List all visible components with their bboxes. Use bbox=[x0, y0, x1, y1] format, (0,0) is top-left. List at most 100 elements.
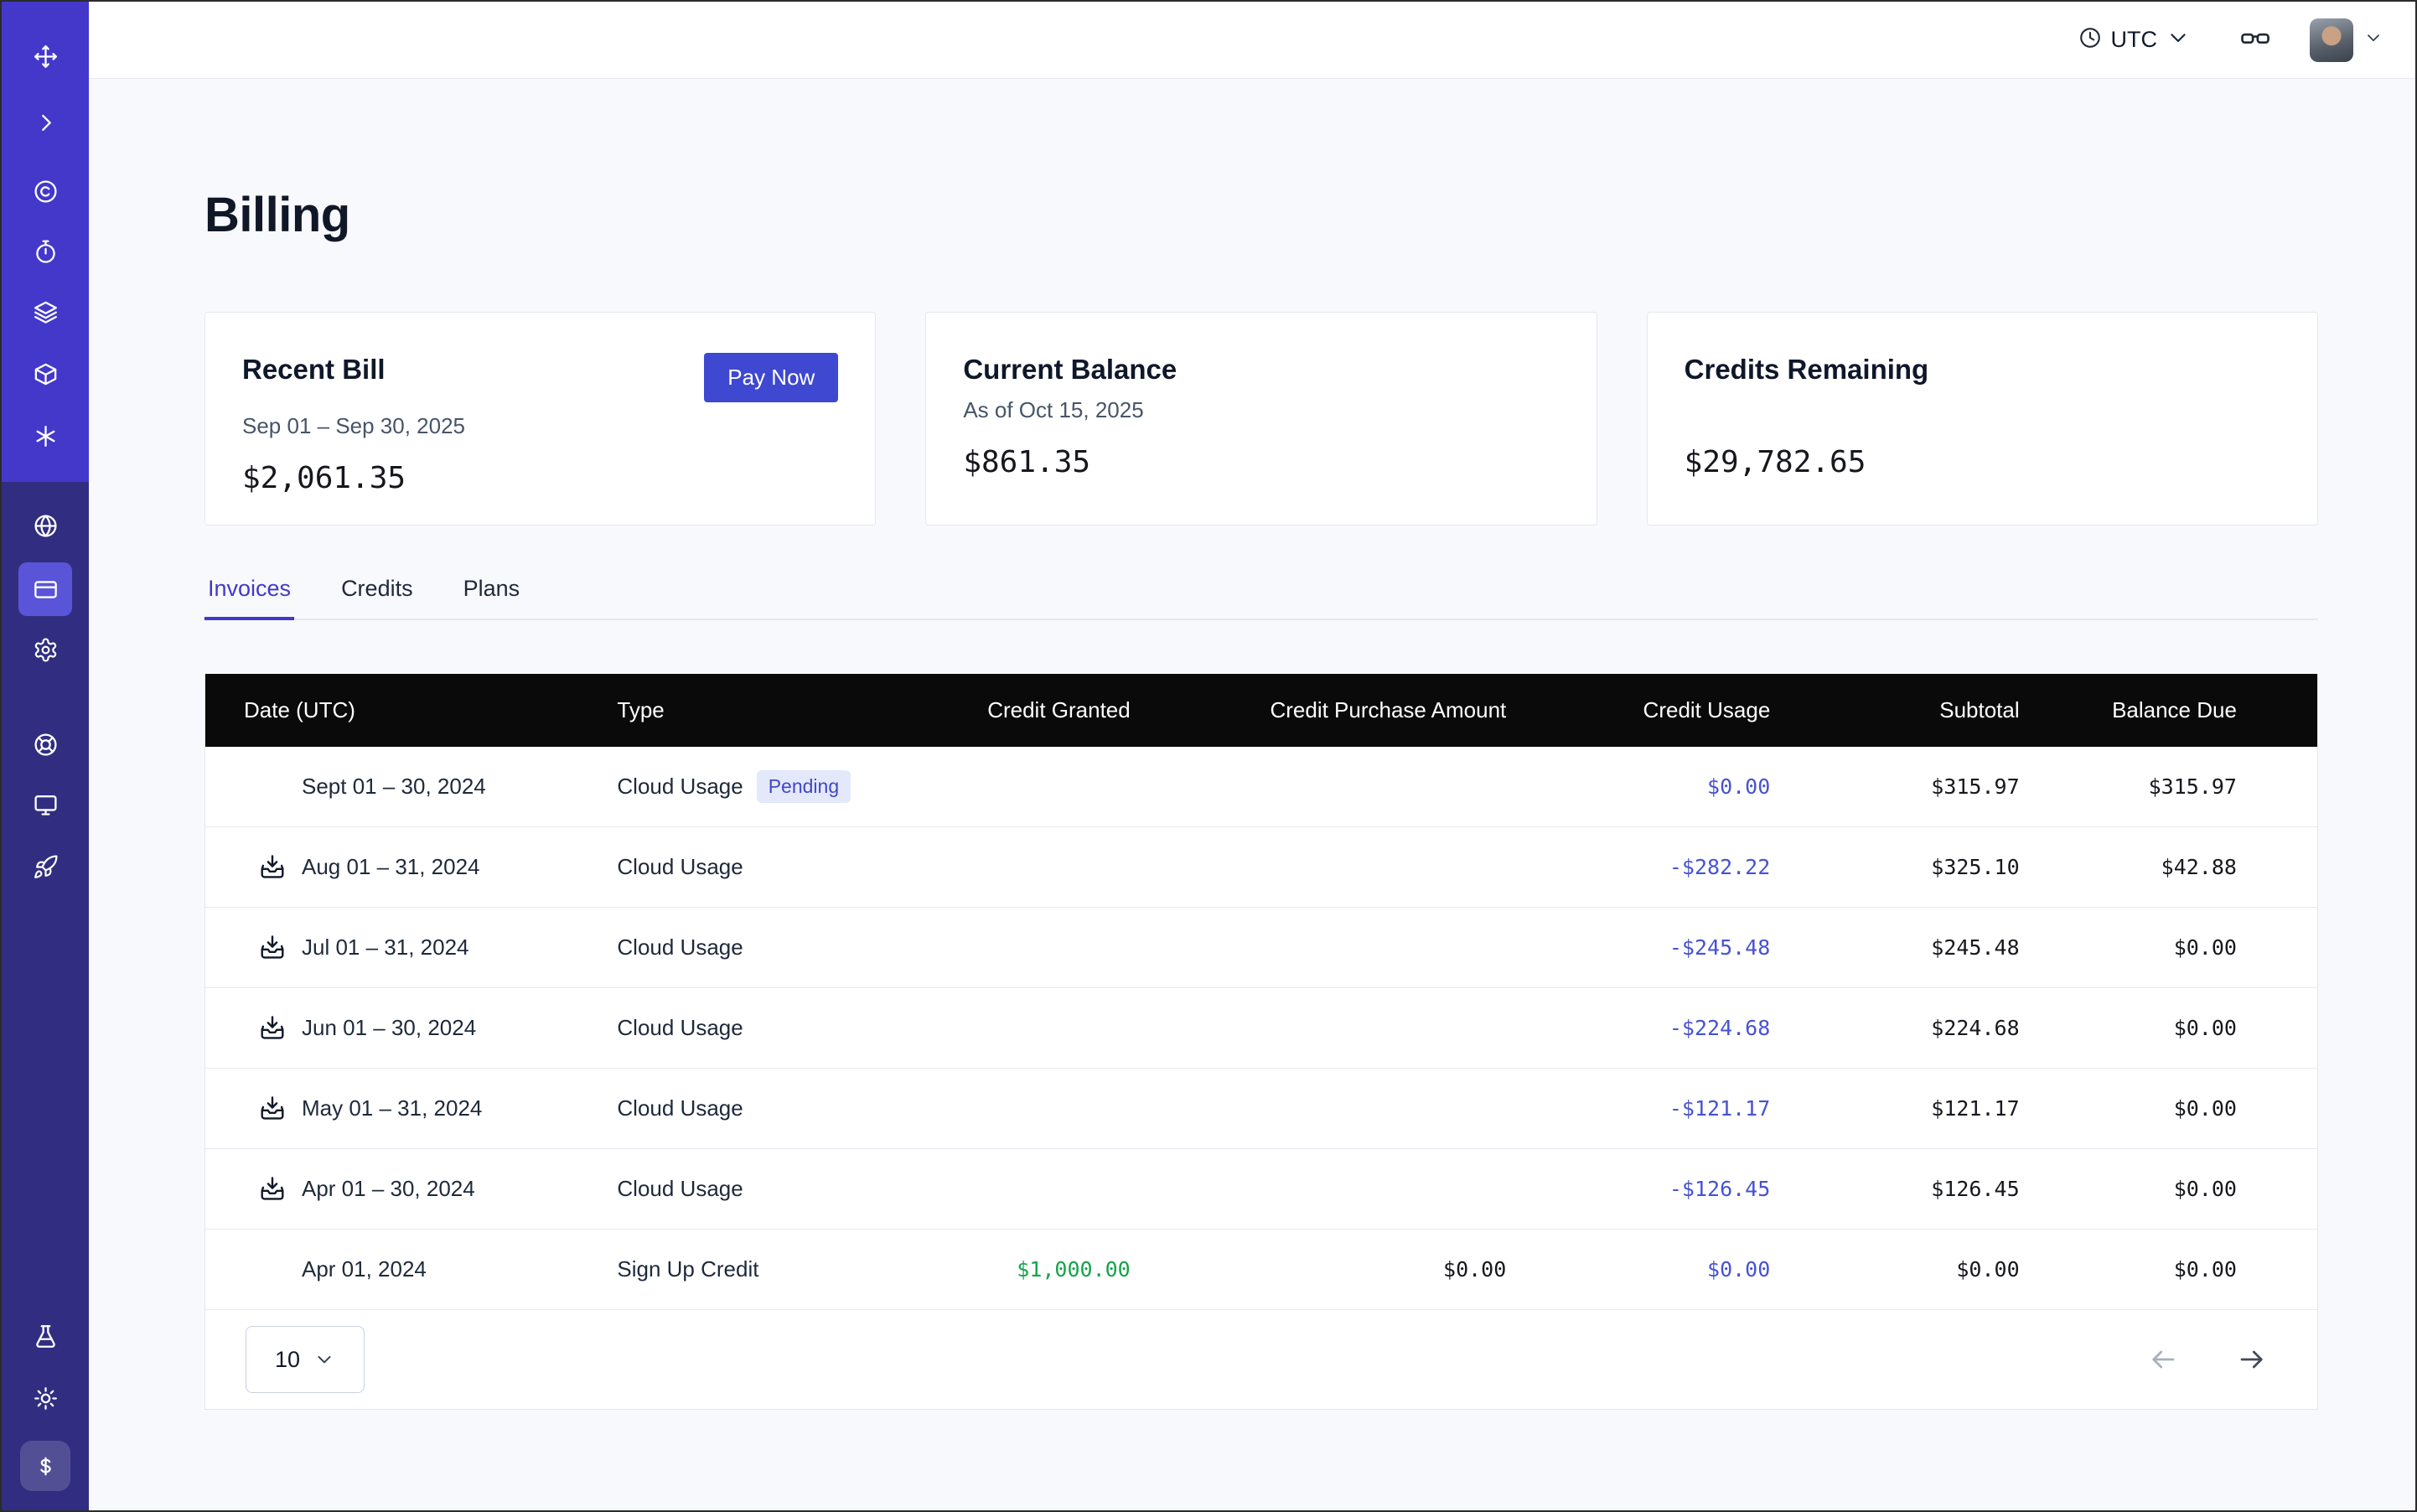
chevron-expand-icon[interactable] bbox=[18, 96, 72, 149]
cube-icon[interactable] bbox=[18, 347, 72, 401]
previous-page-button[interactable] bbox=[2148, 1344, 2178, 1375]
card-title: Recent Bill bbox=[242, 353, 386, 386]
card-title: Current Balance bbox=[963, 353, 1177, 386]
credit-usage-cell: $0.00 bbox=[1506, 774, 1770, 799]
tab-credits[interactable]: Credits bbox=[338, 576, 417, 619]
app-window: UTC Billing Recent Bill Pay Now Sep 01 –… bbox=[0, 0, 2417, 1512]
settings-gear-icon[interactable] bbox=[18, 623, 72, 676]
invoice-date: Apr 01, 2024 bbox=[302, 1256, 427, 1282]
table-footer: 10 bbox=[205, 1310, 2317, 1409]
date-cell: Jul 01 – 31, 2024 bbox=[205, 932, 617, 963]
invoice-type: Sign Up Credit bbox=[617, 1256, 758, 1282]
display-icon[interactable] bbox=[18, 778, 72, 831]
credit-usage-cell: -$126.45 bbox=[1506, 1177, 1770, 1201]
glasses-icon[interactable] bbox=[2239, 22, 2271, 58]
account-menu[interactable] bbox=[2310, 18, 2383, 62]
table-row: Sept 01 – 30, 2024 Cloud UsagePending $0.0… bbox=[205, 747, 2317, 827]
usage-dollar-icon[interactable] bbox=[20, 1441, 70, 1491]
type-cell: Cloud Usage bbox=[617, 1015, 870, 1041]
chevron-down-icon bbox=[313, 1349, 335, 1370]
invoice-date: May 01 – 31, 2024 bbox=[302, 1095, 482, 1121]
date-cell: May 01 – 31, 2024 bbox=[205, 1093, 617, 1124]
chevron-down-icon bbox=[2166, 25, 2191, 54]
date-cell: Sept 01 – 30, 2024 bbox=[205, 771, 617, 802]
credits-remaining-card: Credits Remaining $29,782.65 bbox=[1647, 312, 2318, 526]
recent-bill-card: Recent Bill Pay Now Sep 01 – Sep 30, 202… bbox=[204, 312, 876, 526]
download-placeholder bbox=[256, 1254, 287, 1285]
radar-icon[interactable] bbox=[18, 164, 72, 218]
type-cell: Cloud Usage bbox=[617, 1095, 870, 1121]
asterisk-icon[interactable] bbox=[18, 409, 72, 463]
next-page-button[interactable] bbox=[2237, 1344, 2267, 1375]
invoice-type: Cloud Usage bbox=[617, 1176, 743, 1202]
timezone-selector[interactable]: UTC bbox=[2078, 25, 2192, 54]
type-cell: Cloud Usage bbox=[617, 854, 870, 880]
table-row: Apr 01, 2024Sign Up Credit$1,000.00$0.00… bbox=[205, 1230, 2317, 1310]
type-cell: Cloud UsagePending bbox=[617, 770, 870, 803]
billing-main: Billing Recent Bill Pay Now Sep 01 – Sep… bbox=[89, 79, 2415, 1510]
download-invoice-icon[interactable] bbox=[256, 932, 287, 963]
credit-usage-cell: -$121.17 bbox=[1506, 1096, 1770, 1121]
subtotal-cell: $315.97 bbox=[1770, 774, 2019, 799]
card-amount: $29,782.65 bbox=[1685, 445, 2280, 479]
date-cell: Apr 01, 2024 bbox=[205, 1254, 617, 1285]
col-header-credit-purchase-amount: Credit Purchase Amount bbox=[1131, 697, 1507, 723]
topbar: UTC bbox=[89, 2, 2415, 79]
current-balance-card: Current Balance As of Oct 15, 2025 $861.… bbox=[925, 312, 1597, 526]
page-size-select[interactable]: 10 bbox=[246, 1326, 365, 1393]
balance-due-cell: $315.97 bbox=[2020, 774, 2317, 799]
invoice-table-body: Sept 01 – 30, 2024 Cloud UsagePending $0.0… bbox=[205, 747, 2317, 1310]
col-header-credit-granted: Credit Granted bbox=[871, 697, 1131, 723]
rocket-icon[interactable] bbox=[18, 840, 72, 893]
invoice-type: Cloud Usage bbox=[617, 1095, 743, 1121]
invoice-type: Cloud Usage bbox=[617, 1015, 743, 1041]
credit-usage-cell: $0.00 bbox=[1506, 1257, 1770, 1282]
logo-icon[interactable] bbox=[18, 29, 72, 83]
invoice-type: Cloud Usage bbox=[617, 774, 743, 800]
type-cell: Sign Up Credit bbox=[617, 1256, 870, 1282]
subtotal-cell: $126.45 bbox=[1770, 1177, 2019, 1201]
credit-usage-cell: -$224.68 bbox=[1506, 1016, 1770, 1040]
credit-purchase-cell: $0.00 bbox=[1131, 1257, 1507, 1282]
invoice-date: Sept 01 – 30, 2024 bbox=[302, 774, 486, 800]
credit-granted-cell: $1,000.00 bbox=[871, 1257, 1131, 1282]
balance-due-cell: $0.00 bbox=[2020, 1016, 2317, 1040]
invoice-type: Cloud Usage bbox=[617, 854, 743, 880]
credit-usage-cell: -$245.48 bbox=[1506, 935, 1770, 960]
subtotal-cell: $224.68 bbox=[1770, 1016, 2019, 1040]
invoice-date: Jun 01 – 30, 2024 bbox=[302, 1015, 476, 1041]
timer-icon[interactable] bbox=[18, 225, 72, 278]
balance-due-cell: $0.00 bbox=[2020, 1177, 2317, 1201]
page-size-value: 10 bbox=[275, 1347, 300, 1373]
tab-invoices[interactable]: Invoices bbox=[204, 576, 294, 619]
card-subtitle: As of Oct 15, 2025 bbox=[963, 396, 1559, 423]
table-row: Aug 01 – 31, 2024Cloud Usage-$282.22$325… bbox=[205, 827, 2317, 908]
tab-plans[interactable]: Plans bbox=[460, 576, 524, 619]
download-invoice-icon[interactable] bbox=[256, 852, 287, 883]
balance-due-cell: $0.00 bbox=[2020, 1257, 2317, 1282]
col-header-date: Date (UTC) bbox=[205, 697, 617, 723]
clock-icon bbox=[2078, 25, 2103, 54]
globe-icon[interactable] bbox=[18, 499, 72, 552]
table-header-row: Date (UTC) Type Credit Granted Credit Pu… bbox=[205, 674, 2317, 747]
credit-usage-cell: -$282.22 bbox=[1506, 855, 1770, 879]
flask-icon[interactable] bbox=[18, 1309, 72, 1363]
table-row: Apr 01 – 30, 2024 Cloud Usage -$126.45$126… bbox=[205, 1149, 2317, 1230]
type-cell: Cloud Usage bbox=[617, 935, 870, 961]
download-placeholder bbox=[256, 771, 287, 802]
layers-icon[interactable] bbox=[18, 285, 72, 339]
sun-icon[interactable] bbox=[18, 1371, 72, 1425]
sidebar bbox=[2, 2, 89, 1510]
date-cell: Jun 01 – 30, 2024 bbox=[205, 1012, 617, 1043]
download-invoice-icon[interactable] bbox=[256, 1093, 287, 1124]
date-cell: Aug 01 – 31, 2024 bbox=[205, 852, 617, 883]
invoices-table: Date (UTC) Type Credit Granted Credit Pu… bbox=[204, 674, 2318, 1410]
billing-card-icon[interactable] bbox=[18, 562, 72, 616]
lifebuoy-icon[interactable] bbox=[18, 717, 72, 771]
card-title: Credits Remaining bbox=[1685, 353, 1929, 386]
download-invoice-icon[interactable] bbox=[256, 1012, 287, 1043]
invoice-date: Apr 01 – 30, 2024 bbox=[302, 1176, 475, 1202]
download-invoice-icon[interactable] bbox=[256, 1173, 287, 1204]
pay-now-button[interactable]: Pay Now bbox=[704, 353, 838, 402]
table-row: Jul 01 – 31, 2024Cloud Usage-$245.48$245… bbox=[205, 908, 2317, 988]
